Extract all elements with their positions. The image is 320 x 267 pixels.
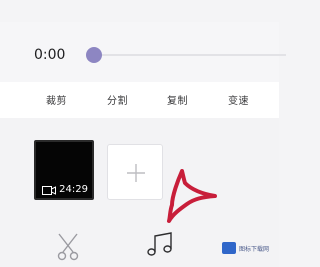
- seek-track[interactable]: [96, 54, 286, 56]
- watermark-text: 图标下载网: [239, 245, 270, 253]
- split-button[interactable]: 分割: [107, 92, 128, 107]
- red-arrow-pointer: [167, 169, 217, 223]
- watermark-logo-icon: [222, 242, 236, 254]
- edit-toolbar: 裁剪 分割 复制 变速: [0, 82, 279, 118]
- speed-button[interactable]: 变速: [228, 92, 249, 107]
- music-note-icon[interactable]: [145, 231, 175, 257]
- video-camera-icon: [42, 186, 56, 195]
- video-editor-screen: 0:00 裁剪 分割 复制 变速 24:29 图标下载网: [0, 0, 286, 267]
- current-time: 0:00: [34, 47, 66, 63]
- seek-thumb[interactable]: [86, 47, 102, 63]
- copy-button[interactable]: 复制: [167, 92, 188, 107]
- plus-icon: [127, 164, 145, 182]
- scissors-icon[interactable]: [56, 232, 80, 262]
- crop-button[interactable]: 裁剪: [46, 92, 67, 107]
- add-clip-button[interactable]: [107, 144, 163, 200]
- playback-bar: 0:00: [0, 22, 286, 82]
- video-clip[interactable]: 24:29: [34, 140, 94, 200]
- watermark: 图标下载网: [222, 238, 279, 258]
- clip-duration: 24:29: [59, 184, 88, 195]
